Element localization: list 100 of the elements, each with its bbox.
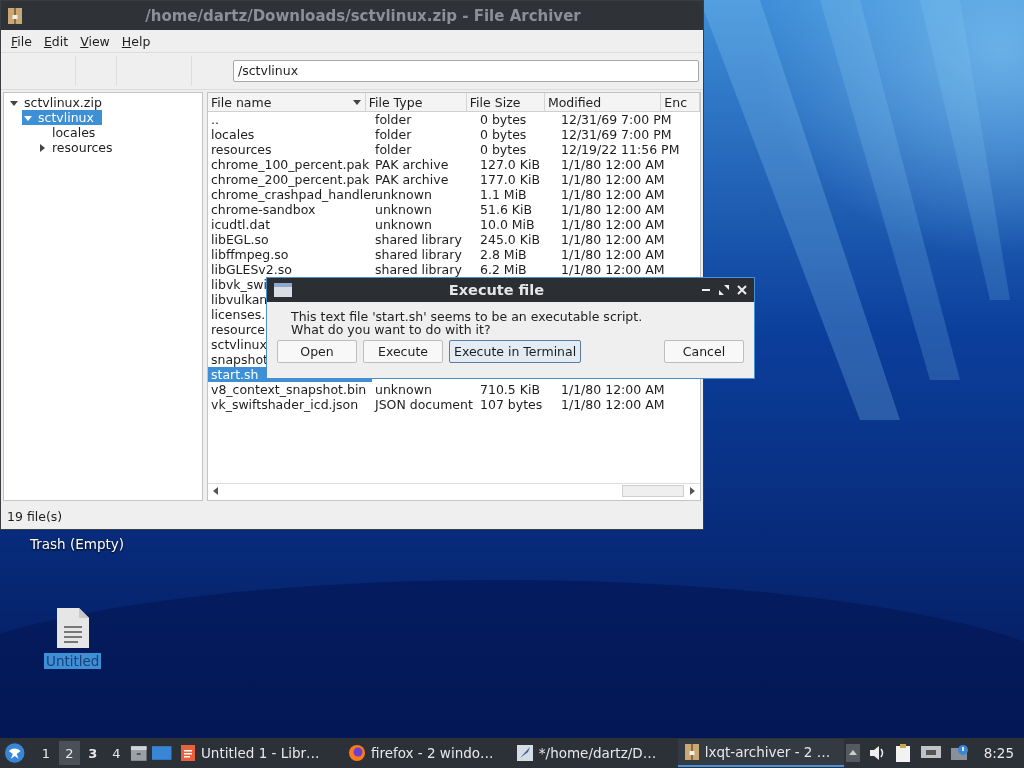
table-cell: icudtl.dat [211,217,271,232]
task-button[interactable]: Untitled 1 - Libr… [173,739,340,767]
clipboard-icon[interactable] [893,743,912,763]
table-cell: shared library [375,232,462,247]
desktop-icon[interactable] [150,744,172,762]
table-cell: 1/1/80 12:00 AM [561,157,665,172]
table-cell: 0 bytes [480,112,527,127]
table-cell: 1/1/80 12:00 AM [561,187,665,202]
table-cell: 1/1/80 12:00 AM [561,247,665,262]
table-cell: unknown [375,217,432,232]
menu-item[interactable]: Edit [37,32,75,50]
quill-icon [515,744,534,762]
table-cell: 1/1/80 12:00 AM [561,397,665,412]
file-cabinet-icon[interactable] [129,744,149,762]
table-cell: 12/31/69 7:00 PM [561,127,672,142]
horizontal-scrollbar[interactable] [208,483,700,498]
maximize-icon[interactable] [718,284,730,296]
window-title: /home/dartz/Downloads/sctvlinux.zip - File Archiver [144,6,582,25]
clock: 8:25 [982,745,1016,761]
table-cell: 6.2 MiB [480,262,527,277]
table-cell: 177.0 KiB [480,172,540,187]
desktop-icon-label[interactable]: Trash (Empty) [28,536,127,552]
notification-icon[interactable] [949,744,970,762]
menu-item[interactable]: View [74,32,116,50]
table-cell: 0 bytes [480,142,527,157]
table-cell: start.sh [211,367,259,382]
column-header[interactable]: Modified [544,93,662,111]
table-cell: 127.0 KiB [480,157,540,172]
path-field[interactable]: /sctvlinux [233,60,699,82]
table-cell: libvk_swi [211,277,267,292]
tree-item[interactable]: sctvlinux.zip [8,95,110,110]
table-cell: shared library [375,262,462,277]
window-icon [273,282,293,298]
column-header[interactable]: Enc [661,93,700,111]
table-cell: PAK archive [375,157,449,172]
sort-icon [351,98,362,106]
volume-icon[interactable] [867,744,886,762]
text-file-icon[interactable] [54,607,91,649]
table-cell: unknown [375,187,432,202]
table-cell: v8_context_snapshot.bin [211,382,367,397]
close-icon[interactable] [736,284,748,296]
table-cell: 1/1/80 12:00 AM [561,172,665,187]
column-header[interactable]: File name [208,93,366,111]
desktop-switch[interactable]: 4 [105,741,128,765]
table-cell: unknown [375,382,432,397]
task-button[interactable]: firefox - 2 windo… [341,739,508,767]
task-button[interactable]: */home/dartz/D… [509,739,676,767]
table-cell: 1/1/80 12:00 AM [561,382,665,397]
table-cell: chrome_100_percent.pak [211,157,370,172]
column-header[interactable]: File Size [466,93,545,111]
table-cell: 1/1/80 12:00 AM [561,202,665,217]
table-cell: folder [375,127,412,142]
status-text: 19 file(s) [7,508,63,524]
start-menu-icon[interactable] [4,742,26,764]
table-cell: vk_swiftshader_icd.json [211,397,359,412]
table-cell: resource [211,322,266,337]
document-icon [179,744,196,762]
table-cell: .. [211,112,219,127]
tree-item[interactable]: resources [36,140,121,155]
table-cell: 1/1/80 12:00 AM [561,232,665,247]
table-cell: libffmpeg.so [211,247,289,262]
menu-item[interactable]: File [5,32,38,50]
scroll-right-icon[interactable] [689,486,695,496]
table-cell: 710.5 KiB [480,382,540,397]
table-cell: licenses. [211,307,266,322]
dialog-button[interactable]: Cancel [664,340,744,363]
table-cell: chrome_crashpad_handler [211,187,377,202]
table-cell: PAK archive [375,172,449,187]
table-cell: folder [375,142,412,157]
archive-icon [683,743,700,761]
dialog-button[interactable]: Execute in Terminal [449,340,582,363]
table-cell: unknown [375,202,432,217]
table-cell: chrome_200_percent.pak [211,172,370,187]
scroll-left-icon[interactable] [213,486,219,496]
table-cell: 2.8 MiB [480,247,527,262]
table-cell: resources [211,142,272,157]
archive-icon [7,6,23,25]
table-cell: chrome-sandbox [211,202,316,217]
table-cell: libEGL.so [211,232,269,247]
table-cell: 107 bytes [480,397,543,412]
table-cell: 1/1/80 12:00 AM [561,217,665,232]
menu-item[interactable]: Help [115,32,157,50]
desktop-switch[interactable]: 2 [58,741,81,765]
table-cell: sctvlinux [211,337,267,352]
dialog-title: Execute file [447,282,546,298]
column-header[interactable]: File Type [365,93,467,111]
desktop-switch[interactable]: 3 [82,741,104,765]
table-cell: 12/19/22 11:56 PM [561,142,680,157]
dialog-button[interactable]: Execute [363,340,443,363]
tree-item[interactable]: locales [36,125,104,140]
desktop-switch[interactable]: 1 [35,741,57,765]
table-cell: 51.6 KiB [480,202,533,217]
globe-icon [347,744,366,762]
table-cell: folder [375,112,412,127]
table-cell: JSON document [375,397,473,412]
task-button[interactable]: lxqt-archiver - 2 … [677,739,844,767]
dialog-button[interactable]: Open [277,340,357,363]
table-cell: locales [211,127,255,142]
table-cell: libGLESv2.so [211,262,292,277]
table-cell: libvulkan [211,292,268,307]
